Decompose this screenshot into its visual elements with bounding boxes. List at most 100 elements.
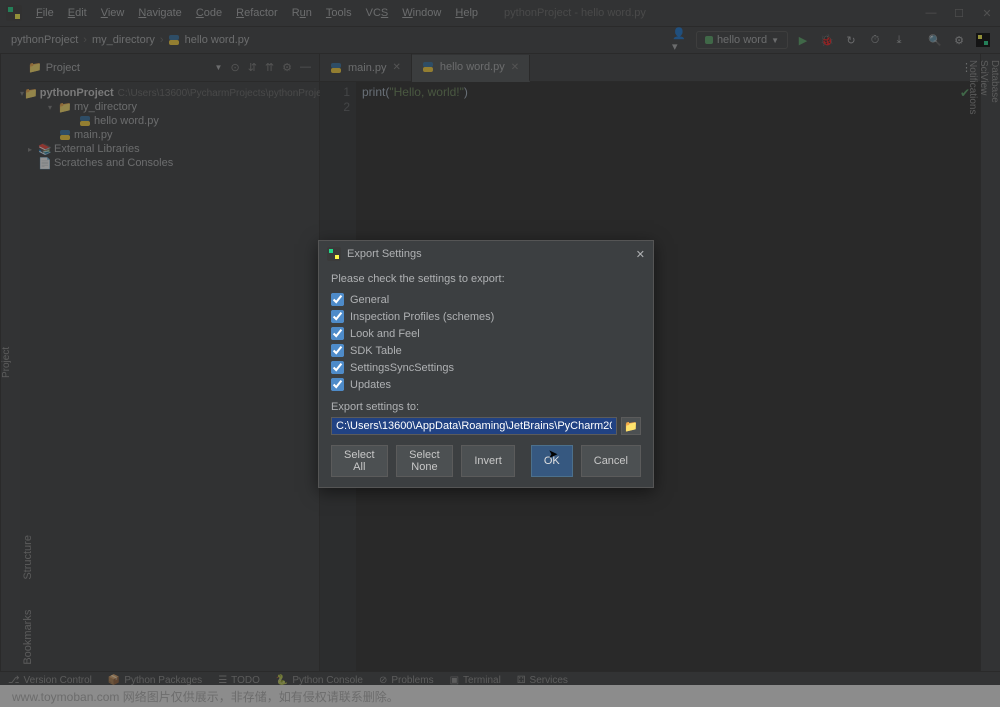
jetbrains-icon[interactable] xyxy=(974,31,992,49)
export-settings-dialog: Export Settings ✕ Please check the setti… xyxy=(318,240,654,488)
close-icon[interactable]: ✕ xyxy=(511,62,519,73)
project-tree-panel: 📁 Project ▼ ⊙ ⇵ ⇈ ⚙ — ▾ 📁 pythonProject … xyxy=(20,54,320,671)
tab-hello[interactable]: hello word.py ✕ xyxy=(412,55,530,82)
chevron-down-icon: ▼ xyxy=(771,36,779,45)
debug-button[interactable]: 🐞 xyxy=(818,31,836,49)
menu-vcs[interactable]: VCS xyxy=(360,4,395,22)
tree-header-label[interactable]: Project xyxy=(46,62,215,74)
python-file-icon xyxy=(422,61,434,73)
tree-folder[interactable]: ▾ 📁 my_directory xyxy=(20,100,319,114)
structure-tool[interactable]: Structure xyxy=(22,535,317,580)
crumb-dir[interactable]: my_directory xyxy=(89,34,158,46)
scratches-icon: 📄 xyxy=(38,157,52,170)
browse-button[interactable]: 📁 xyxy=(621,417,641,435)
menu-run[interactable]: Run xyxy=(286,4,318,22)
dialog-title: Export Settings xyxy=(347,248,422,260)
settings-icon[interactable]: ⚙ xyxy=(282,61,292,74)
check-inspection[interactable]: Inspection Profiles (schemes) xyxy=(331,308,641,325)
export-to-label: Export settings to: xyxy=(331,401,641,413)
menu-edit[interactable]: Edit xyxy=(62,4,93,22)
tab-label: main.py xyxy=(348,62,387,74)
chevron-down-icon[interactable]: ▼ xyxy=(215,63,223,72)
minimize-button[interactable]: — xyxy=(924,7,938,20)
project-tree: ▾ 📁 pythonProject C:\Users\13600\Pycharm… xyxy=(20,82,319,174)
app-icon xyxy=(327,247,341,261)
close-icon[interactable]: ✕ xyxy=(393,62,401,73)
hide-icon[interactable]: — xyxy=(300,61,311,74)
run-config-icon xyxy=(705,36,713,44)
invert-button[interactable]: Invert xyxy=(461,445,515,477)
nav-bar: pythonProject › my_directory › hello wor… xyxy=(0,27,1000,54)
search-icon[interactable]: 🔍 xyxy=(926,31,944,49)
tree-file-main[interactable]: main.py xyxy=(20,128,319,142)
tree-ext-lib[interactable]: ▸ 📚 External Libraries xyxy=(20,142,319,156)
tree-root[interactable]: ▾ 📁 pythonProject C:\Users\13600\Pycharm… xyxy=(20,86,319,100)
python-file-icon xyxy=(168,34,180,46)
python-file-icon xyxy=(78,115,92,127)
window-title: pythonProject - hello word.py xyxy=(504,7,646,19)
select-none-button[interactable]: Select None xyxy=(396,445,454,477)
folder-icon: 📁 xyxy=(28,61,42,74)
folder-icon: 📁 xyxy=(58,101,72,114)
bookmarks-tool[interactable]: Bookmarks xyxy=(22,610,317,665)
project-tool-button[interactable]: Project xyxy=(1,347,12,378)
close-button[interactable]: ✕ xyxy=(980,7,994,20)
tree-header: 📁 Project ▼ ⊙ ⇵ ⇈ ⚙ — xyxy=(20,54,319,82)
line-number: 2 xyxy=(320,100,350,115)
crumb-sep: › xyxy=(81,34,89,46)
database-tool[interactable]: Database xyxy=(989,60,1000,645)
run-config-selector[interactable]: hello word ▼ xyxy=(696,31,788,49)
attach-button[interactable]: ⤓ xyxy=(890,31,908,49)
crumb-file[interactable]: hello word.py xyxy=(182,34,253,46)
menu-navigate[interactable]: Navigate xyxy=(132,4,187,22)
menu-view[interactable]: View xyxy=(95,4,131,22)
check-look-and-feel[interactable]: Look and Feel xyxy=(331,325,641,342)
editor-tabs: main.py ✕ hello word.py ✕ ⋮ xyxy=(320,54,980,82)
check-settings-sync[interactable]: SettingsSyncSettings xyxy=(331,359,641,376)
settings-icon[interactable]: ⚙ xyxy=(950,31,968,49)
coverage-button[interactable]: ↻ xyxy=(842,31,860,49)
left-tool-gutter[interactable]: Project xyxy=(0,54,20,671)
check-updates[interactable]: Updates xyxy=(331,376,641,393)
right-tool-gutter: Database SciView Notifications xyxy=(980,54,1000,671)
close-icon[interactable]: ✕ xyxy=(636,248,645,261)
python-file-icon xyxy=(330,62,342,74)
crumb-sep: › xyxy=(158,34,166,46)
run-config-label: hello word xyxy=(717,34,767,46)
cancel-button[interactable]: Cancel xyxy=(581,445,641,477)
expand-all-icon[interactable]: ⇵ xyxy=(248,61,257,74)
menu-tools[interactable]: Tools xyxy=(320,4,358,22)
watermark: www.toymoban.com 网络图片仅供展示，非存储，如有侵权请联系删除。 xyxy=(0,685,1000,707)
tab-main[interactable]: main.py ✕ xyxy=(320,54,412,81)
app-icon xyxy=(6,5,22,21)
export-path-input[interactable] xyxy=(331,417,617,435)
menu-help[interactable]: Help xyxy=(449,4,484,22)
crumb-project[interactable]: pythonProject xyxy=(8,34,81,46)
cursor-icon: ➤ xyxy=(548,447,558,461)
tree-file-hello[interactable]: hello word.py xyxy=(20,114,319,128)
line-number: 1 xyxy=(320,85,350,100)
run-button[interactable]: ▶ xyxy=(794,31,812,49)
select-all-button[interactable]: Select All xyxy=(331,445,388,477)
maximize-button[interactable]: ☐ xyxy=(952,7,966,20)
profile-button[interactable]: ⏱ xyxy=(866,31,884,49)
folder-icon: 📁 xyxy=(24,87,38,100)
settings-checklist: General Inspection Profiles (schemes) Lo… xyxy=(331,291,641,393)
check-sdk-table[interactable]: SDK Table xyxy=(331,342,641,359)
check-icon[interactable]: ✔ xyxy=(960,86,970,101)
main-menu: File Edit View Navigate Code Refactor Ru… xyxy=(30,4,484,22)
tab-label: hello word.py xyxy=(440,61,505,73)
collapse-all-icon[interactable]: ⇈ xyxy=(265,61,274,74)
tree-scratches[interactable]: 📄 Scratches and Consoles xyxy=(20,156,319,170)
menu-code[interactable]: Code xyxy=(190,4,228,22)
user-icon[interactable]: 👤▾ xyxy=(672,31,690,49)
dialog-titlebar: Export Settings ✕ xyxy=(319,241,653,267)
python-file-icon xyxy=(58,129,72,141)
library-icon: 📚 xyxy=(38,143,52,156)
menu-window[interactable]: Window xyxy=(396,4,447,22)
select-opened-file-icon[interactable]: ⊙ xyxy=(230,61,239,74)
titlebar: File Edit View Navigate Code Refactor Ru… xyxy=(0,0,1000,27)
menu-file[interactable]: File xyxy=(30,4,60,22)
check-general[interactable]: General xyxy=(331,291,641,308)
menu-refactor[interactable]: Refactor xyxy=(230,4,284,22)
